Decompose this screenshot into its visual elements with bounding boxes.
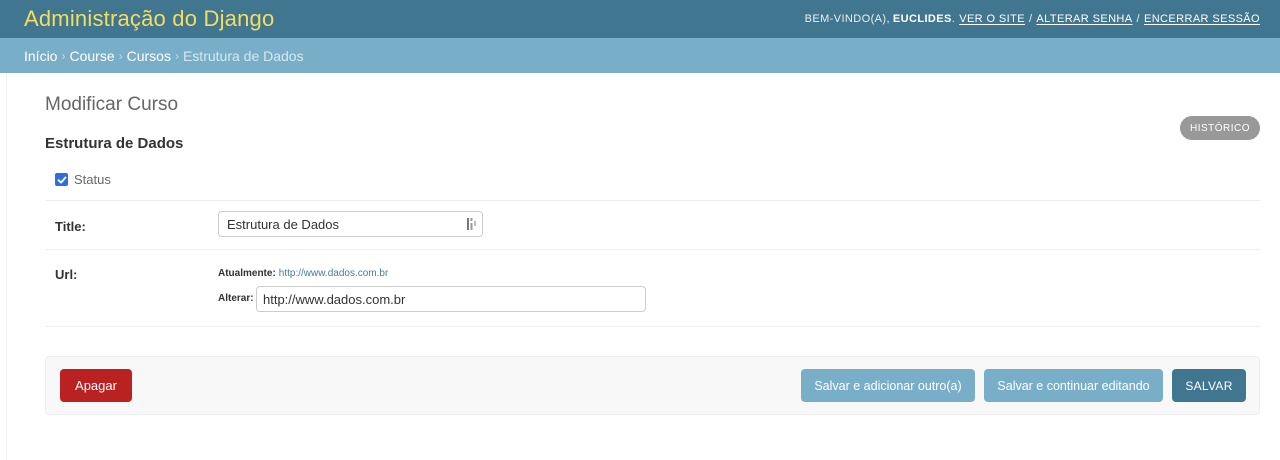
breadcrumb-home-link[interactable]: Início <box>24 48 57 64</box>
title-input[interactable] <box>218 211 483 237</box>
breadcrumb-separator: › <box>174 48 179 63</box>
form-row-divider <box>45 249 1260 250</box>
username: Euclides <box>892 13 952 25</box>
password-manager-icon[interactable] <box>464 215 480 233</box>
separator: / <box>1136 13 1140 25</box>
breadcrumb-separator: › <box>61 48 66 63</box>
title-label: Title: <box>55 219 86 234</box>
url-label: Url: <box>55 267 78 282</box>
separator: / <box>1028 13 1033 25</box>
welcome-text: Bem-vindo(a), <box>804 13 890 25</box>
history-button[interactable]: Histórico <box>1180 116 1260 140</box>
form-row-divider <box>45 326 1260 327</box>
url-current-label: Atualmente: <box>218 268 276 279</box>
delete-button[interactable]: Apagar <box>60 369 132 402</box>
save-and-add-another-button[interactable]: Salvar e adicionar outro(a) <box>801 369 975 402</box>
breadcrumb-current: Estrutura de Dados <box>182 47 304 64</box>
logout-link[interactable]: Encerrar sessão <box>1144 13 1260 25</box>
checkmark-icon <box>57 176 66 183</box>
save-and-continue-button[interactable]: Salvar e continuar editando <box>984 369 1163 402</box>
separator: . <box>951 13 956 25</box>
url-input[interactable] <box>256 286 646 312</box>
user-tools: Bem-vindo(a), Euclides . Ver o site / Al… <box>805 13 1260 25</box>
breadcrumb-app-link[interactable]: Course <box>69 48 114 64</box>
url-current: Atualmente: http://www.dados.com.br <box>218 268 388 279</box>
change-password-link[interactable]: Alterar senha <box>1036 13 1132 25</box>
save-button[interactable]: Salvar <box>1172 369 1246 402</box>
url-current-link[interactable]: http://www.dados.com.br <box>279 268 389 279</box>
breadcrumb: Início › Course › Cursos › Estrutura de … <box>0 38 1280 73</box>
url-change-label: Alterar: <box>218 293 254 304</box>
view-site-link[interactable]: Ver o site <box>959 13 1025 25</box>
page-title: Modificar Curso <box>45 94 179 115</box>
status-field: Status <box>55 172 111 187</box>
object-name: Estrutura de Dados <box>45 135 184 152</box>
submit-row: Apagar Salvar e adicionar outro(a) Salva… <box>45 356 1260 415</box>
site-title[interactable]: Administração do Django <box>24 6 274 32</box>
status-checkbox[interactable] <box>55 173 68 186</box>
content-divider <box>6 73 7 460</box>
header: Administração do Django Bem-vindo(a), Eu… <box>0 0 1280 38</box>
breadcrumb-separator: › <box>118 48 123 63</box>
status-label: Status <box>74 172 111 187</box>
breadcrumb-model-link[interactable]: Cursos <box>127 48 171 64</box>
form-row-divider <box>45 200 1260 201</box>
